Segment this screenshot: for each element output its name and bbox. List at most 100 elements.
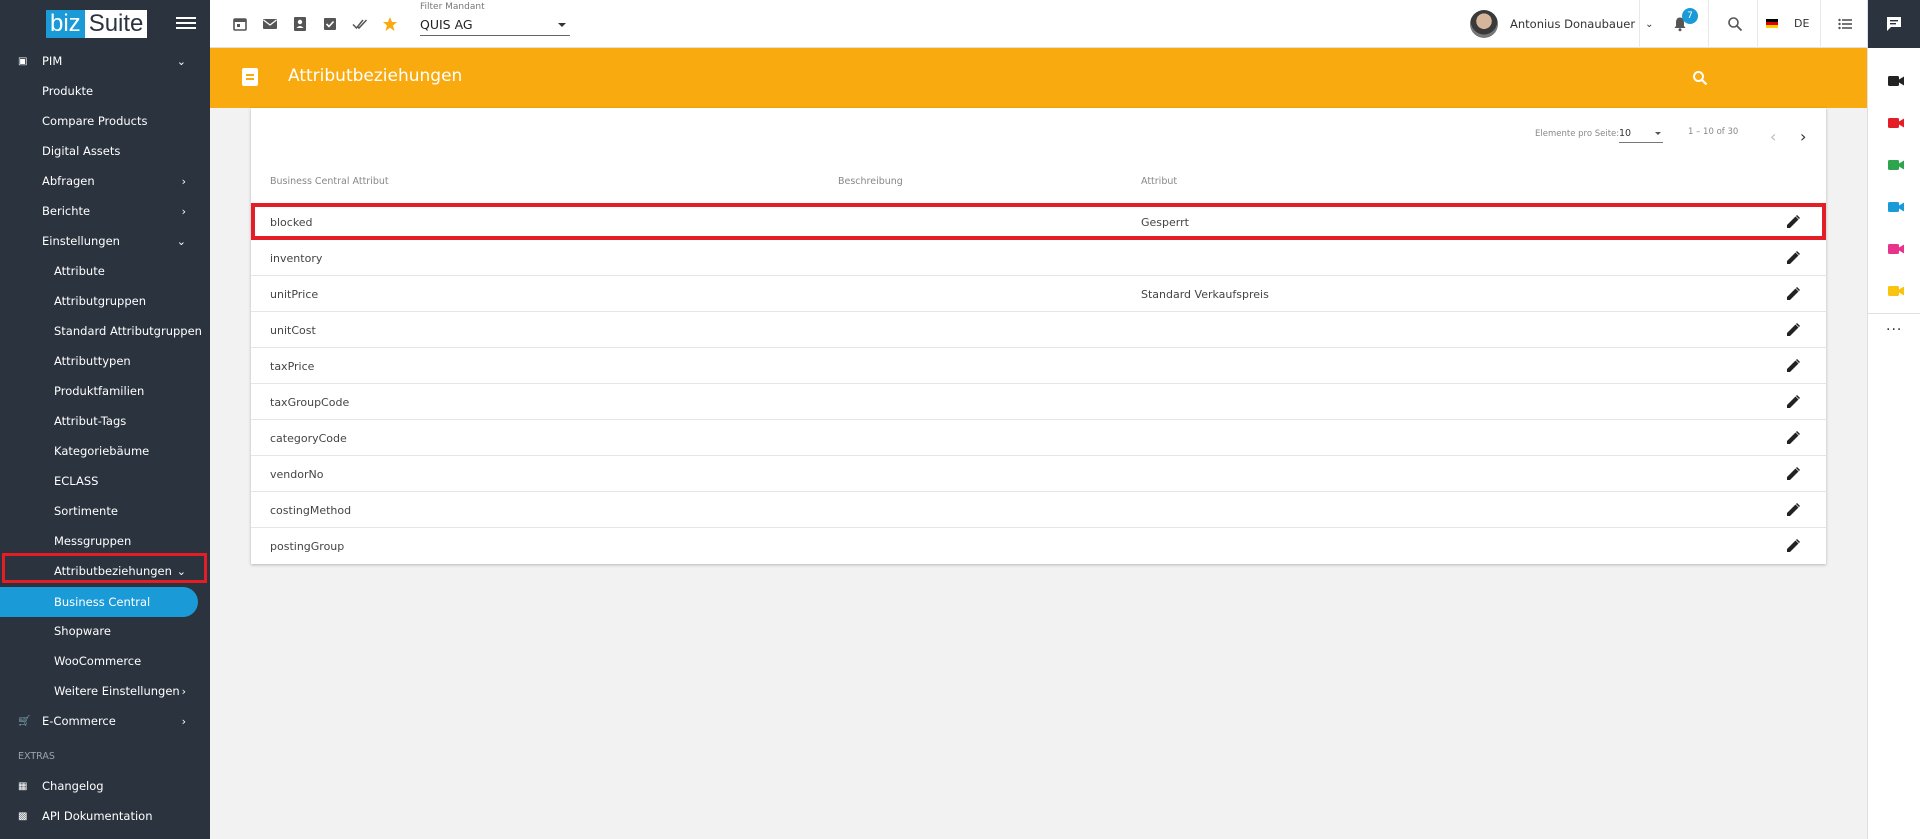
star-icon[interactable]: [382, 16, 398, 32]
sidebar-item-digital-assets[interactable]: Digital Assets: [0, 136, 210, 166]
sidebar-item-messgruppen[interactable]: Messgruppen: [0, 526, 210, 556]
table-row[interactable]: blocked Gesperrt: [251, 203, 1826, 239]
sidebar-item-label: Attribut-Tags: [54, 414, 127, 428]
mail-icon[interactable]: [262, 16, 278, 32]
search-icon[interactable]: [1727, 16, 1743, 32]
cell-attribut: Gesperrt: [1141, 216, 1189, 229]
next-page-icon[interactable]: ›: [1800, 127, 1806, 146]
edit-pencil-icon[interactable]: [1785, 358, 1801, 374]
user-menu[interactable]: Antonius Donaubauer ⌄: [1470, 10, 1653, 38]
video-call-icon[interactable]: [1888, 201, 1904, 213]
double-check-icon[interactable]: [352, 16, 368, 32]
divider: [1708, 0, 1709, 48]
sidebar-item-sortimente[interactable]: Sortimente: [0, 496, 210, 526]
contact-icon[interactable]: [292, 16, 308, 32]
search-icon[interactable]: [1692, 70, 1708, 86]
user-name: Antonius Donaubauer: [1510, 17, 1636, 31]
sidebar-item-produktfamilien[interactable]: Produktfamilien: [0, 376, 210, 406]
table-row[interactable]: taxPrice: [251, 347, 1826, 383]
sidebar-item-label: Weitere Einstellungen: [54, 684, 180, 698]
page-header: Attributbeziehungen: [210, 48, 1867, 108]
video-call-icon[interactable]: [1888, 243, 1904, 255]
sidebar-item-attribut-tags[interactable]: Attribut-Tags: [0, 406, 210, 436]
sidebar-item-attributtypen[interactable]: Attributtypen: [0, 346, 210, 376]
sidebar-item-label: Attribute: [54, 264, 105, 278]
filter-mandant-label: Filter Mandant: [420, 2, 485, 12]
more-dots-icon[interactable]: ···: [1886, 322, 1902, 338]
sidebar-item-label: ECLASS: [54, 474, 99, 488]
edit-pencil-icon[interactable]: [1785, 538, 1801, 554]
sidebar-item-business-central[interactable]: Business Central: [0, 587, 198, 617]
filter-mandant-select[interactable]: QUIS AG: [420, 14, 570, 36]
sidebar-item-label: Attributgruppen: [54, 294, 146, 308]
table-row[interactable]: unitCost: [251, 311, 1826, 347]
sidebar-item-label: Einstellungen: [42, 234, 120, 248]
sidebar-item-api-dokumentation[interactable]: ▩ API Dokumentation: [0, 801, 210, 831]
page-title: Attributbeziehungen: [288, 66, 463, 86]
column-header-attribut[interactable]: Attribut: [1141, 176, 1177, 187]
pim-icon: ▣: [18, 55, 28, 67]
table-row[interactable]: categoryCode: [251, 419, 1826, 455]
items-per-page-select[interactable]: 10: [1619, 125, 1663, 143]
column-header-beschreibung[interactable]: Beschreibung: [838, 176, 903, 187]
sidebar-item-woocommerce[interactable]: WooCommerce: [0, 646, 210, 676]
sidebar-item-berichte[interactable]: Berichte ›: [0, 196, 210, 226]
sidebar-item-attribute[interactable]: Attribute: [0, 256, 210, 286]
notification-badge: 7: [1682, 8, 1698, 24]
table-row[interactable]: inventory: [251, 239, 1826, 275]
task-checkbox-icon[interactable]: [322, 16, 338, 32]
sidebar-item-label: Digital Assets: [42, 144, 121, 158]
table-row[interactable]: unitPrice Standard Verkaufspreis: [251, 275, 1826, 311]
list-icon[interactable]: [1837, 16, 1853, 32]
edit-pencil-icon[interactable]: [1785, 430, 1801, 446]
sidebar-item-attributgruppen[interactable]: Attributgruppen: [0, 286, 210, 316]
table-row[interactable]: costingMethod: [251, 491, 1826, 527]
sidebar-item-abfragen[interactable]: Abfragen ›: [0, 166, 210, 196]
edit-pencil-icon[interactable]: [1785, 250, 1801, 266]
video-call-icon[interactable]: [1888, 285, 1904, 297]
chat-button[interactable]: [1868, 0, 1920, 48]
previous-page-icon[interactable]: ‹: [1770, 127, 1776, 146]
sidebar-item-weitere-einstellungen[interactable]: Weitere Einstellungen ›: [0, 676, 210, 706]
sidebar-item-kategoriebaeume[interactable]: Kategoriebäume: [0, 436, 210, 466]
calendar-icon[interactable]: [232, 16, 248, 32]
sidebar-item-ecommerce[interactable]: 🛒 E-Commerce ›: [0, 706, 210, 736]
edit-pencil-icon[interactable]: [1785, 394, 1801, 410]
video-call-icon[interactable]: [1888, 75, 1904, 87]
sidebar-item-produkte[interactable]: Produkte: [0, 76, 210, 106]
german-flag-icon: [1766, 19, 1778, 28]
cell-bc-attribut: taxPrice: [270, 360, 315, 373]
edit-pencil-icon[interactable]: [1785, 466, 1801, 482]
sidebar-item-label: Shopware: [54, 624, 111, 638]
edit-pencil-icon[interactable]: [1785, 286, 1801, 302]
sidebar-item-einstellungen[interactable]: Einstellungen ⌄: [0, 226, 210, 256]
video-call-icon[interactable]: [1888, 117, 1904, 129]
sidebar-item-pim[interactable]: ▣ PIM ⌄: [0, 46, 210, 76]
page-size-value: 10: [1619, 128, 1632, 139]
sidebar-item-compare-products[interactable]: Compare Products: [0, 106, 210, 136]
column-header-bc-attribut[interactable]: Business Central Attribut: [270, 176, 389, 187]
sidebar-item-label: Kategoriebäume: [54, 444, 150, 458]
table-row[interactable]: vendorNo: [251, 455, 1826, 491]
sidebar-item-attributbeziehungen[interactable]: Attributbeziehungen ⌄: [0, 556, 210, 586]
chevron-down-icon: ⌄: [176, 234, 186, 248]
language-selector[interactable]: DE: [1766, 17, 1809, 30]
chevron-down-icon: ⌄: [176, 564, 186, 578]
cell-bc-attribut: blocked: [270, 216, 313, 229]
cell-bc-attribut: postingGroup: [270, 540, 345, 553]
chat-icon: [1887, 17, 1901, 31]
edit-pencil-icon[interactable]: [1785, 214, 1801, 230]
table-row[interactable]: taxGroupCode: [251, 383, 1826, 419]
video-call-icon[interactable]: [1888, 159, 1904, 171]
edit-pencil-icon[interactable]: [1785, 322, 1801, 338]
hamburger-menu-icon[interactable]: [176, 14, 196, 34]
sidebar-item-eclass[interactable]: ECLASS: [0, 466, 210, 496]
chevron-right-icon: ›: [181, 204, 186, 218]
sidebar-item-standard-attributgruppen[interactable]: Standard Attributgruppen: [0, 316, 210, 346]
table-row[interactable]: postingGroup: [251, 527, 1826, 563]
logo[interactable]: biz Suite: [46, 10, 148, 38]
sidebar-item-label: Sortimente: [54, 504, 118, 518]
sidebar-item-changelog[interactable]: ▦ Changelog: [0, 771, 210, 801]
sidebar-item-shopware[interactable]: Shopware: [0, 616, 210, 646]
edit-pencil-icon[interactable]: [1785, 502, 1801, 518]
